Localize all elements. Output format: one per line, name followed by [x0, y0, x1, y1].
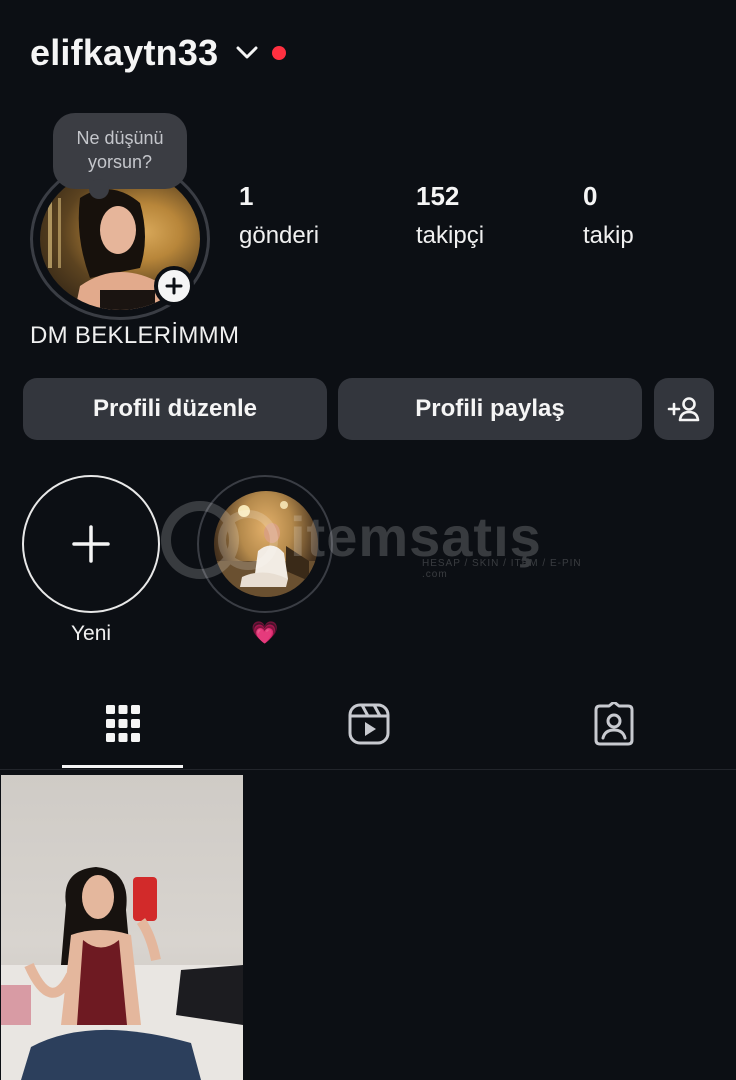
edit-profile-button[interactable]: Profili düzenle: [23, 378, 327, 440]
posts-label: gönderi: [239, 222, 320, 249]
stat-following[interactable]: 0 takip: [583, 178, 634, 254]
stat-followers[interactable]: 152 takipçi: [416, 178, 484, 254]
tagged-icon: [594, 702, 633, 746]
add-story-button[interactable]: [154, 266, 194, 306]
grid-icon: [105, 705, 140, 742]
highlight-cover-photo: [214, 491, 318, 597]
posts-count: 1: [239, 181, 254, 211]
profile-header: elifkaytn33: [30, 28, 287, 78]
username-title[interactable]: elifkaytn33: [30, 32, 218, 74]
profile-bio: DM BEKLERİMMM: [30, 322, 240, 349]
stat-posts[interactable]: 1 gönderi: [239, 178, 319, 254]
share-profile-button[interactable]: Profili paylaş: [338, 378, 642, 440]
watermark-subtext: HESAP / SKIN / ITEM / E-PIN .com: [422, 558, 582, 580]
add-person-icon: [667, 397, 700, 422]
note-bubble-line2: yorsun?: [87, 152, 153, 172]
active-tab-indicator: [62, 765, 183, 768]
post-thumbnail[interactable]: [1, 775, 243, 1080]
discover-people-button[interactable]: [654, 378, 714, 440]
following-label: takip: [583, 222, 634, 249]
plus-icon: [165, 277, 183, 295]
tab-tagged[interactable]: [553, 690, 674, 770]
notification-dot: [272, 46, 287, 60]
tab-reels[interactable]: [308, 690, 429, 770]
followers-count: 152: [416, 181, 460, 211]
highlight-story[interactable]: [197, 475, 333, 613]
tabs-divider: [0, 769, 736, 770]
following-count: 0: [583, 181, 598, 211]
new-highlight-label: Yeni: [70, 622, 112, 645]
note-bubble-line1: Ne düşünü: [76, 128, 164, 148]
reels-icon: [348, 703, 389, 745]
highlight-label: 💗: [251, 620, 279, 645]
followers-label: takipçi: [416, 222, 485, 249]
note-bubble[interactable]: Ne düşünü yorsun?: [53, 113, 187, 199]
tab-posts-grid[interactable]: [62, 690, 183, 770]
new-highlight-button[interactable]: [22, 475, 160, 613]
plus-icon: [72, 525, 110, 563]
chevron-down-icon[interactable]: [236, 42, 258, 64]
